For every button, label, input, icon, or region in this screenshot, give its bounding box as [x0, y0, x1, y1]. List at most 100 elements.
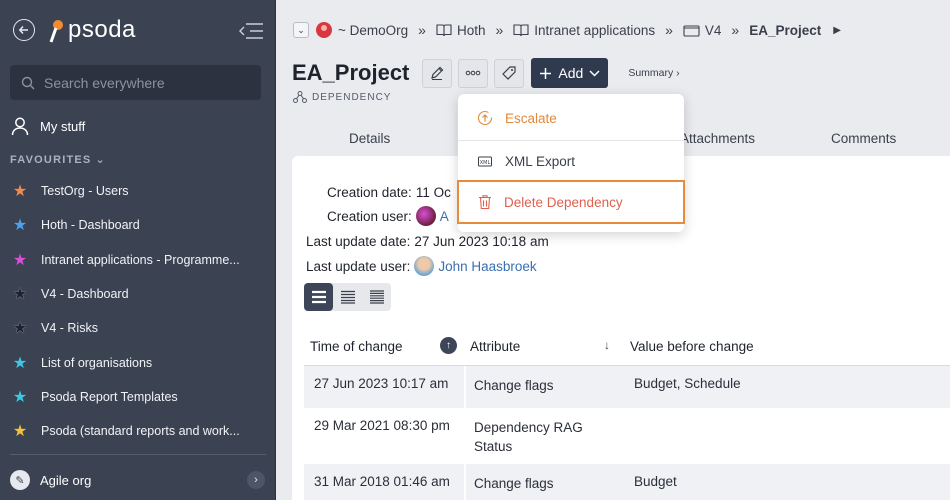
- cell-time: 29 Mar 2021 08:30 pm: [314, 418, 450, 433]
- breadcrumb-item-intranet[interactable]: Intranet applications: [513, 23, 655, 38]
- dependency-icon: [293, 91, 307, 103]
- last-update-user-link[interactable]: John Haasbroek: [438, 259, 536, 274]
- table-header: Time of change ↑ Attribute ↓ Value befor…: [304, 332, 950, 366]
- ellipsis-icon: [466, 70, 481, 76]
- cell-attribute: Change flags: [474, 378, 554, 393]
- last-update-user-row: Last update user: John Haasbroek: [306, 256, 537, 276]
- favourite-item[interactable]: ★ Psoda Report Templates: [0, 380, 276, 414]
- star-icon: ★: [12, 423, 28, 441]
- star-icon: ★: [12, 286, 28, 304]
- tab-comments[interactable]: Comments: [831, 131, 896, 146]
- column-header-attribute[interactable]: Attribute: [470, 339, 520, 354]
- favourite-label: Hoth - Dashboard: [41, 218, 140, 233]
- breadcrumb-separator: »: [418, 22, 426, 38]
- column-divider: [464, 464, 466, 500]
- breadcrumb-item-org[interactable]: ~ DemoOrg: [315, 21, 408, 39]
- menu-item-label: Escalate: [505, 110, 557, 126]
- column-divider: [464, 366, 466, 408]
- cell-attribute: Dependency RAG Status: [474, 420, 583, 454]
- main-content: ⌄ ~ DemoOrg » Hoth » Intranet applicatio…: [277, 0, 950, 500]
- star-icon: ★: [12, 320, 28, 338]
- list-dense-icon: [369, 290, 384, 304]
- table-row: 29 Mar 2021 08:30 pm Dependency RAG Stat…: [304, 408, 950, 464]
- caret-right-icon[interactable]: ▶: [833, 25, 841, 36]
- folder-icon: [683, 24, 700, 37]
- star-icon: ★: [12, 217, 28, 235]
- logo-text: psoda: [68, 16, 136, 43]
- last-update-date-row: Last update date: 27 Jun 2023 10:18 am: [306, 234, 549, 249]
- favourites-list: ★ TestOrg - Users ★ Hoth - Dashboard ★ Intr…: [0, 174, 276, 448]
- cell-value-before: Budget, Schedule: [634, 376, 741, 391]
- favourite-item[interactable]: ★ V4 - Dashboard: [0, 277, 276, 311]
- arrow-left-icon: [18, 25, 28, 35]
- creation-date-value: 11 Oc: [415, 185, 451, 200]
- favourite-label: Psoda (standard reports and work...: [41, 424, 240, 439]
- tab-details[interactable]: Details: [349, 131, 390, 146]
- tag-button[interactable]: [494, 58, 525, 88]
- favourite-item[interactable]: ★ List of organisations: [0, 345, 276, 379]
- search-icon: [21, 76, 35, 89]
- breadcrumb-dropdown-button[interactable]: ⌄: [293, 22, 309, 38]
- my-stuff-link[interactable]: My stuff: [10, 113, 85, 139]
- search-box[interactable]: [10, 65, 261, 100]
- column-header-value-before[interactable]: Value before change: [630, 339, 754, 354]
- creation-user-link[interactable]: A: [440, 209, 449, 224]
- view-medium-button[interactable]: [333, 283, 362, 311]
- star-icon: ★: [12, 251, 28, 269]
- breadcrumb-separator: »: [731, 22, 740, 38]
- favourite-label: Psoda Report Templates: [41, 389, 178, 404]
- menu-item-xml-export[interactable]: XML XML Export: [458, 139, 684, 183]
- svg-text:XML: XML: [480, 160, 491, 166]
- menu-item-escalate[interactable]: Escalate: [458, 96, 684, 140]
- favourite-label: Intranet applications - Programme...: [41, 252, 240, 267]
- book-icon: [436, 24, 452, 37]
- favourites-header[interactable]: FAVOURITES ⌄: [10, 153, 106, 167]
- list-large-icon: [311, 290, 326, 304]
- table-row: 31 Mar 2018 01:46 am Change flags Budget: [304, 464, 950, 500]
- org-icon: ✎: [10, 470, 30, 490]
- cell-time: 27 Jun 2023 10:17 am: [314, 376, 449, 391]
- last-update-date-label: Last update date:: [306, 234, 411, 249]
- favourite-item[interactable]: ★ Intranet applications - Programme...: [0, 243, 276, 277]
- sort-descending-icon[interactable]: ↓: [604, 338, 610, 352]
- breadcrumb-separator: »: [495, 22, 504, 38]
- breadcrumb-item-v4[interactable]: V4: [683, 23, 721, 38]
- collapse-sidebar-button[interactable]: [238, 22, 264, 40]
- view-dense-button[interactable]: [362, 283, 391, 311]
- favourites-header-label: FAVOURITES: [10, 153, 92, 166]
- column-header-time[interactable]: Time of change: [310, 339, 403, 354]
- favourite-item[interactable]: ★ V4 - Risks: [0, 311, 276, 345]
- trash-icon: [479, 195, 491, 210]
- chevron-down-icon: ⌄: [95, 154, 106, 166]
- tab-attachments[interactable]: Attachments: [680, 131, 755, 146]
- breadcrumb-separator: »: [665, 22, 673, 38]
- sort-ascending-icon[interactable]: ↑: [440, 337, 457, 354]
- summary-link[interactable]: Summary ›: [628, 67, 679, 79]
- title-row: EA_Project Add Summary ›: [292, 58, 680, 88]
- avatar: [414, 256, 435, 276]
- favourite-item[interactable]: ★ TestOrg - Users: [0, 174, 276, 208]
- creation-date-row: Creation date: 11 Oc: [327, 185, 451, 200]
- search-input[interactable]: [44, 74, 244, 91]
- psoda-logo[interactable]: psoda: [49, 16, 136, 44]
- favourite-label: TestOrg - Users: [41, 184, 129, 199]
- breadcrumb-label: ~ DemoOrg: [338, 22, 409, 38]
- edit-button[interactable]: [422, 58, 453, 88]
- favourite-label: V4 - Dashboard: [41, 287, 129, 302]
- menu-item-label: XML Export: [505, 153, 576, 169]
- more-options-button[interactable]: [458, 58, 489, 88]
- last-update-user-label: Last update user:: [306, 258, 411, 274]
- chevron-right-icon[interactable]: ›: [247, 471, 265, 489]
- sidebar: psoda My stuff FAVOURITES ⌄ ★ TestOrg - U…: [0, 0, 276, 500]
- favourite-item[interactable]: ★ Psoda (standard reports and work...: [0, 414, 276, 448]
- creation-user-row: Creation user: A: [327, 206, 449, 226]
- menu-item-delete-dependency[interactable]: Delete Dependency: [457, 180, 685, 224]
- add-button[interactable]: Add: [531, 58, 609, 88]
- view-compact-button[interactable]: [304, 283, 333, 311]
- favourite-item[interactable]: ★ Hoth - Dashboard: [0, 208, 276, 242]
- breadcrumb-label: Intranet applications: [534, 22, 656, 38]
- organisation-switcher[interactable]: ✎ Agile org ›: [0, 463, 276, 497]
- cell-value-before: Budget: [634, 474, 677, 489]
- back-button[interactable]: [13, 19, 35, 41]
- breadcrumb-item-hoth[interactable]: Hoth: [436, 23, 485, 38]
